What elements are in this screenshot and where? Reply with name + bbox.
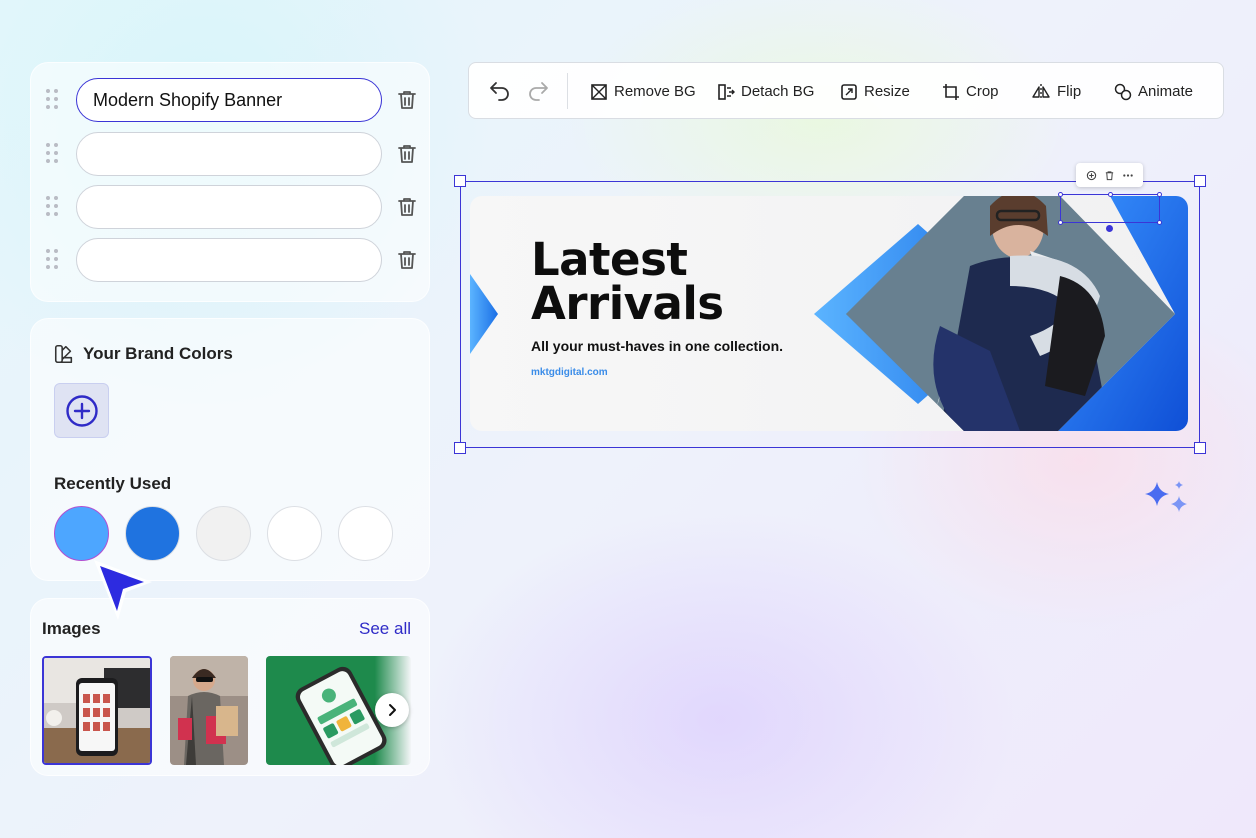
animate-button[interactable]: Animate — [1114, 63, 1193, 120]
see-all-link[interactable]: See all — [359, 619, 411, 639]
woman-shopping-image — [170, 656, 248, 765]
recent-color-swatch[interactable] — [125, 506, 180, 561]
recent-color-swatch[interactable] — [54, 506, 109, 561]
banner-subtitle[interactable]: All your must-haves in one collection. — [531, 338, 783, 354]
banner-url[interactable]: mktgdigital.com — [531, 367, 608, 378]
text-box-handle[interactable] — [1108, 192, 1113, 197]
resize-handle-top-right[interactable] — [1194, 175, 1206, 187]
image-thumbnail[interactable] — [170, 656, 248, 765]
recent-color-swatch[interactable] — [196, 506, 251, 561]
toolbar-divider — [567, 73, 568, 109]
add-color-button[interactable] — [54, 383, 109, 438]
recent-color-swatch[interactable] — [267, 506, 322, 561]
drag-handle-icon[interactable] — [46, 143, 60, 165]
resize-handle-bottom-right[interactable] — [1194, 442, 1206, 454]
banner-title[interactable]: Latest Arrivals — [531, 237, 724, 326]
detach-bg-button[interactable]: Detach BG — [717, 63, 814, 120]
image-thumbnail[interactable] — [42, 656, 152, 765]
brand-colors-panel: Your Brand Colors Recently Used — [30, 318, 430, 581]
text-box-handle[interactable] — [1058, 220, 1063, 225]
pointer-cursor-icon — [94, 560, 152, 620]
remove-bg-button[interactable]: Remove BG — [590, 63, 696, 120]
phone-desk-image — [44, 658, 150, 763]
image-toolbar: Remove BG Detach BG Resize Crop Flip Ani… — [468, 62, 1224, 119]
trash-icon[interactable] — [1104, 170, 1115, 181]
remove-bg-icon — [591, 83, 607, 100]
undo-icon[interactable] — [488, 80, 512, 104]
title-row — [31, 238, 431, 282]
trash-icon[interactable] — [395, 142, 419, 166]
next-images-button[interactable] — [375, 693, 409, 727]
banner-canvas[interactable]: Latest Arrivals All your must-haves in o… — [470, 196, 1188, 431]
brand-colors-title: Your Brand Colors — [83, 344, 233, 363]
title-input[interactable] — [76, 238, 382, 282]
text-box-handle[interactable] — [1058, 192, 1063, 197]
resize-icon — [841, 83, 857, 100]
rotate-handle[interactable] — [1106, 225, 1113, 232]
drag-handle-icon[interactable] — [46, 196, 60, 218]
plus-circle-icon — [65, 394, 98, 427]
title-row — [31, 78, 431, 122]
resize-button[interactable]: Resize — [840, 63, 910, 120]
flip-icon — [1032, 83, 1050, 100]
redo-icon[interactable] — [526, 80, 550, 104]
crop-icon — [943, 83, 959, 100]
element-mini-toolbar — [1076, 163, 1143, 187]
resize-handle-top-left[interactable] — [454, 175, 466, 187]
trash-icon[interactable] — [395, 248, 419, 272]
drag-handle-icon[interactable] — [46, 249, 60, 271]
title-list-panel — [30, 62, 430, 302]
title-row — [31, 132, 431, 176]
title-input[interactable] — [76, 132, 382, 176]
detach-bg-icon — [718, 83, 735, 100]
crop-button[interactable]: Crop — [942, 63, 999, 120]
recent-color-swatch[interactable] — [338, 506, 393, 561]
flip-button[interactable]: Flip — [1031, 63, 1081, 120]
title-row — [31, 185, 431, 229]
chevron-right-icon — [389, 704, 396, 716]
text-box-handle[interactable] — [1157, 192, 1162, 197]
title-input[interactable] — [76, 185, 382, 229]
animate-icon — [1114, 83, 1132, 100]
trash-icon[interactable] — [395, 195, 419, 219]
text-box-handle[interactable] — [1157, 220, 1162, 225]
resize-handle-bottom-left[interactable] — [454, 442, 466, 454]
title-input[interactable] — [76, 78, 382, 122]
trash-icon[interactable] — [395, 88, 419, 112]
drag-handle-icon[interactable] — [46, 89, 60, 111]
selected-text-box[interactable] — [1060, 194, 1160, 223]
palette-icon — [54, 344, 73, 364]
sparkle-icon — [1145, 481, 1187, 512]
more-icon[interactable] — [1122, 170, 1134, 181]
recently-used-label: Recently Used — [54, 474, 172, 493]
brand-colors-header: Your Brand Colors — [53, 343, 233, 365]
duplicate-icon[interactable] — [1086, 170, 1097, 181]
